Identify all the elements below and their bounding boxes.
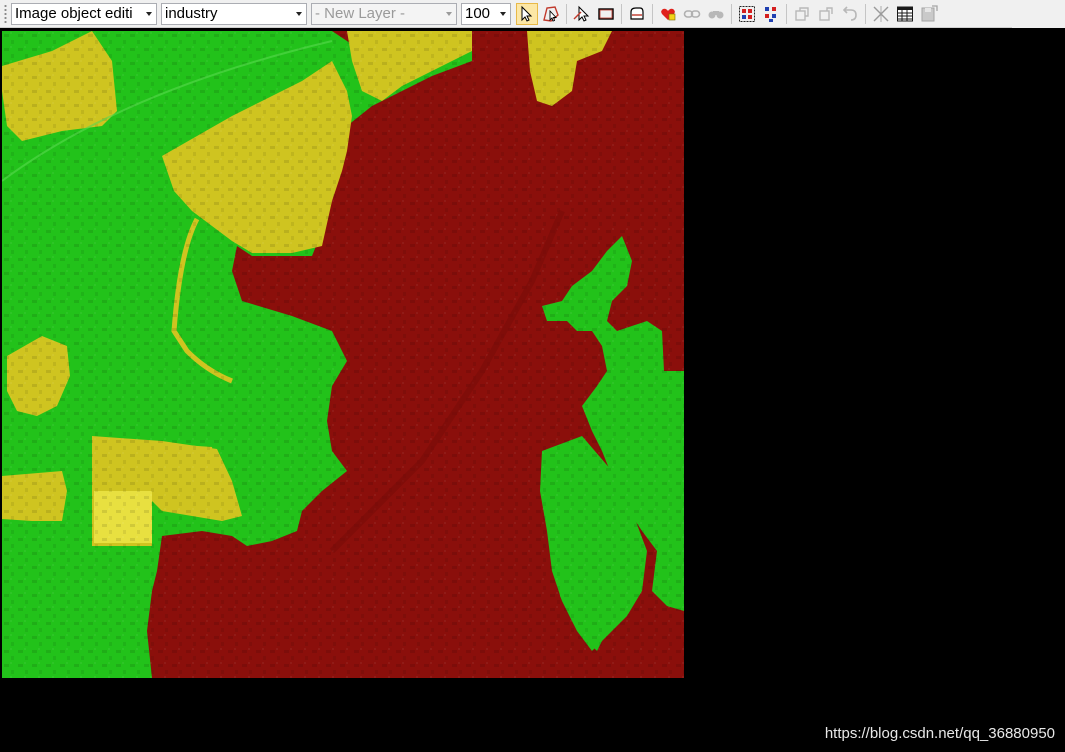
toolbar-empty-area [1012, 0, 1065, 28]
link-icon [683, 9, 701, 18]
copy-level-button[interactable] [791, 3, 813, 25]
object-table-button[interactable] [894, 3, 916, 25]
paste-disabled-icon [819, 6, 833, 21]
binocular-button[interactable] [705, 3, 727, 25]
pointer-icon [521, 5, 533, 22]
heart-classify-icon [661, 8, 676, 20]
sample-grid-icon [739, 5, 755, 22]
select-pointer-button[interactable] [516, 2, 538, 25]
sample-editor-icon [765, 6, 776, 22]
layer-value: - New Layer - [315, 5, 406, 22]
toolbar-separator [621, 3, 622, 24]
layer-dropdown[interactable]: - New Layer - [311, 2, 457, 25]
toolbar-separator [652, 3, 653, 24]
watermark-text: https://blog.csdn.net/qq_36880950 [824, 725, 1055, 742]
paste-level-button[interactable] [815, 3, 837, 25]
polygon-select-button[interactable] [540, 3, 562, 25]
toolbar-grip-icon[interactable] [2, 3, 8, 24]
cut-object-button[interactable] [571, 3, 593, 25]
toolbar-separator [731, 3, 732, 24]
sample-selection-button[interactable] [736, 3, 758, 25]
copy-disabled-icon [795, 6, 809, 21]
edit-mode-value: Image object editi [15, 5, 133, 22]
merge-icon [630, 6, 644, 20]
binoculars-icon [708, 10, 724, 18]
toolbar-separator [786, 3, 787, 24]
class-value: industry [165, 5, 218, 22]
class-dropdown[interactable]: industry [161, 2, 307, 25]
toolbar-separator [865, 3, 866, 24]
save-objects-button[interactable] [918, 3, 940, 25]
chevron-down-icon[interactable] [292, 4, 306, 24]
undo-disabled-icon [842, 5, 857, 21]
editing-toolbar: Image object editi industry - New Layer … [0, 0, 1065, 28]
merge-objects-button[interactable] [626, 3, 648, 25]
classification-map [2, 31, 684, 678]
rectangle-icon [598, 7, 614, 20]
link-objects-button[interactable] [681, 3, 703, 25]
polygon-select-icon [543, 5, 559, 22]
rectangle-select-button[interactable] [595, 3, 617, 25]
edit-mode-dropdown[interactable]: Image object editi [11, 2, 157, 25]
classify-object-button[interactable] [657, 3, 679, 25]
table-icon [897, 6, 913, 21]
classified-image-view[interactable] [2, 31, 684, 678]
level-value: 100 [465, 5, 491, 22]
toolbar-separator [566, 3, 567, 24]
chevron-down-icon[interactable] [496, 4, 510, 24]
cross-lines-icon [873, 5, 889, 22]
cut-pointer-icon [573, 5, 590, 22]
cut-lines-button[interactable] [870, 3, 892, 25]
chevron-down-icon[interactable] [442, 4, 456, 24]
chevron-down-icon[interactable] [142, 4, 156, 24]
undo-button[interactable] [839, 3, 861, 25]
sample-editor-button[interactable] [760, 3, 782, 25]
level-dropdown[interactable]: 100 [461, 2, 511, 25]
imagery-texture [2, 31, 684, 678]
save-disabled-icon [921, 4, 938, 21]
